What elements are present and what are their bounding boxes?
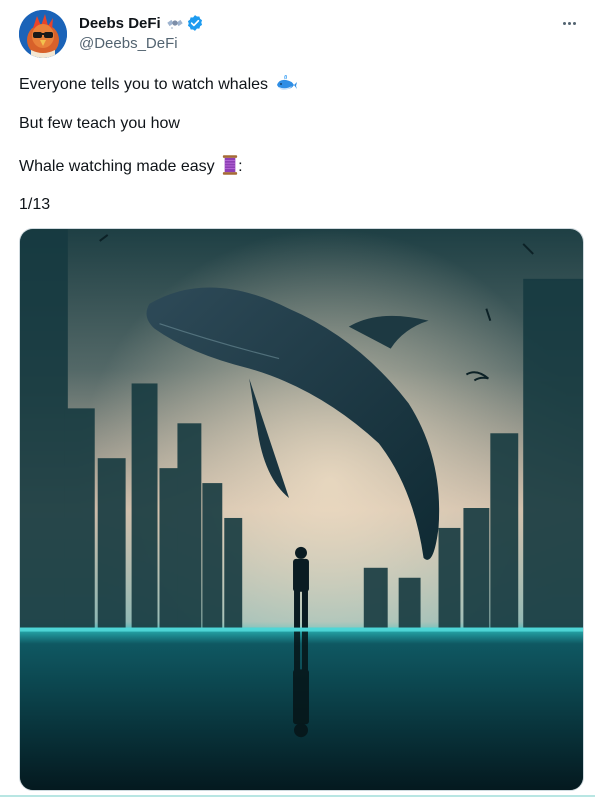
tweet-line-1: Everyone tells you to watch whales — [19, 74, 298, 98]
author-header: Deebs DeFi @Deebs_DeFi — [79, 13, 204, 52]
display-name[interactable]: Deebs DeFi — [79, 15, 161, 32]
thread-counter: 1/13 — [19, 196, 51, 213]
avatar[interactable] — [19, 10, 67, 58]
satellite-icon — [167, 15, 183, 31]
tweet-line-3-suffix: : — [238, 158, 243, 175]
rooster-avatar-icon — [19, 10, 67, 58]
name-row: Deebs DeFi — [79, 13, 204, 33]
thread-emoji-icon — [222, 155, 238, 180]
whale-emoji-icon — [275, 74, 298, 98]
handle[interactable]: @Deebs_DeFi — [79, 35, 204, 52]
whale-over-city-image — [20, 229, 583, 790]
more-options-button[interactable] — [557, 14, 581, 32]
tweet-line-1-text: Everyone tells you to watch whales — [19, 76, 269, 93]
tweet-line-3-text: Whale watching made easy — [19, 158, 215, 175]
verified-badge-icon[interactable] — [186, 14, 204, 32]
more-options-icon — [572, 21, 576, 25]
tweet-line-2: But few teach you how — [19, 115, 180, 132]
tweet-image[interactable] — [19, 228, 584, 791]
tweet-line-3: Whale watching made easy : — [19, 155, 243, 180]
more-options-icon — [567, 21, 571, 25]
tweet-card: Deebs DeFi @Deebs_DeFi Everyone tells yo… — [0, 0, 595, 797]
more-options-icon — [562, 21, 566, 25]
